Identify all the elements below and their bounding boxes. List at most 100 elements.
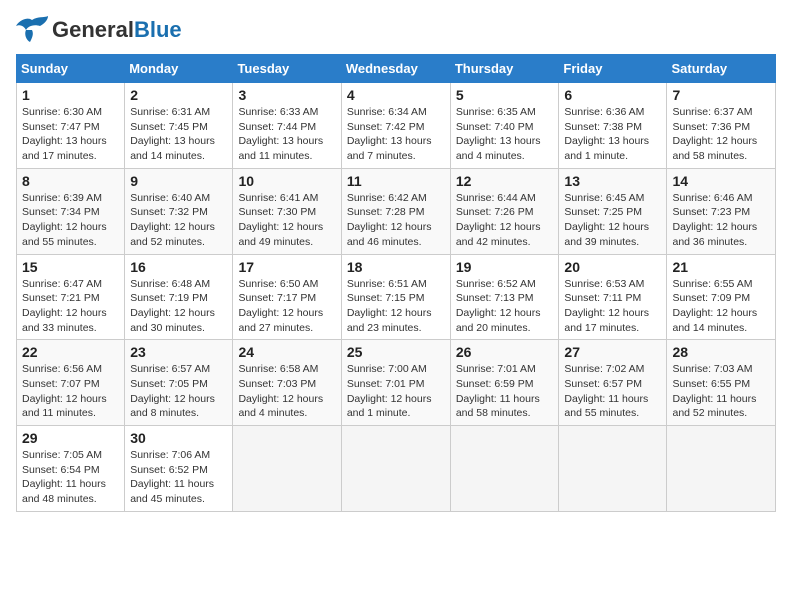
day-number: 17: [238, 259, 335, 275]
day-info: Sunrise: 6:40 AMSunset: 7:32 PMDaylight:…: [130, 191, 227, 250]
logo-general-text: General: [52, 17, 134, 42]
calendar-week-row: 8 Sunrise: 6:39 AMSunset: 7:34 PMDaylight…: [17, 168, 776, 254]
day-number: 20: [564, 259, 661, 275]
calendar-cell: 9 Sunrise: 6:40 AMSunset: 7:32 PMDaylight…: [125, 168, 233, 254]
day-number: 21: [672, 259, 770, 275]
day-number: 15: [22, 259, 119, 275]
calendar-cell: 28 Sunrise: 7:03 AMSunset: 6:55 PMDayligh…: [667, 340, 776, 426]
day-info: Sunrise: 6:53 AMSunset: 7:11 PMDaylight:…: [564, 277, 661, 336]
day-info: Sunrise: 6:47 AMSunset: 7:21 PMDaylight:…: [22, 277, 119, 336]
calendar-cell: 5Sunrise: 6:35 AMSunset: 7:40 PMDaylight…: [450, 83, 559, 169]
logo: GeneralBlue: [16, 16, 182, 44]
calendar-cell: 4 Sunrise: 6:34 AMSunset: 7:42 PMDaylight…: [341, 83, 450, 169]
weekday-header: Monday: [125, 55, 233, 83]
day-number: 24: [238, 344, 335, 360]
day-number: 9: [130, 173, 227, 189]
day-info: Sunrise: 6:39 AMSunset: 7:34 PMDaylight:…: [22, 191, 119, 250]
weekday-header: Tuesday: [233, 55, 341, 83]
day-info: Sunrise: 6:33 AMSunset: 7:44 PMDaylight:…: [238, 105, 335, 164]
day-number: 3: [238, 87, 335, 103]
calendar-cell: 14 Sunrise: 6:46 AMSunset: 7:23 PMDayligh…: [667, 168, 776, 254]
calendar-cell: 29 Sunrise: 7:05 AMSunset: 6:54 PMDayligh…: [17, 426, 125, 512]
day-number: 5: [456, 87, 554, 103]
day-info: Sunrise: 6:45 AMSunset: 7:25 PMDaylight:…: [564, 191, 661, 250]
logo-blue-text: Blue: [134, 17, 182, 42]
calendar-cell: 26Sunrise: 7:01 AMSunset: 6:59 PMDayligh…: [450, 340, 559, 426]
day-number: 13: [564, 173, 661, 189]
day-number: 7: [672, 87, 770, 103]
day-info: Sunrise: 7:00 AMSunset: 7:01 PMDaylight:…: [347, 362, 445, 421]
header: GeneralBlue: [16, 16, 776, 44]
calendar-cell: 6 Sunrise: 6:36 AMSunset: 7:38 PMDaylight…: [559, 83, 667, 169]
day-info: Sunrise: 6:48 AMSunset: 7:19 PMDaylight:…: [130, 277, 227, 336]
calendar-week-row: 1 Sunrise: 6:30 AMSunset: 7:47 PMDaylight…: [17, 83, 776, 169]
calendar-cell: 17 Sunrise: 6:50 AMSunset: 7:17 PMDayligh…: [233, 254, 341, 340]
calendar-cell: 15 Sunrise: 6:47 AMSunset: 7:21 PMDayligh…: [17, 254, 125, 340]
day-info: Sunrise: 6:46 AMSunset: 7:23 PMDaylight:…: [672, 191, 770, 250]
day-info: Sunrise: 6:36 AMSunset: 7:38 PMDaylight:…: [564, 105, 661, 164]
calendar-week-row: 15 Sunrise: 6:47 AMSunset: 7:21 PMDayligh…: [17, 254, 776, 340]
day-number: 29: [22, 430, 119, 446]
calendar-cell: 13 Sunrise: 6:45 AMSunset: 7:25 PMDayligh…: [559, 168, 667, 254]
weekday-header: Saturday: [667, 55, 776, 83]
day-number: 6: [564, 87, 661, 103]
day-info: Sunrise: 6:30 AMSunset: 7:47 PMDaylight:…: [22, 105, 119, 164]
day-info: Sunrise: 6:57 AMSunset: 7:05 PMDaylight:…: [130, 362, 227, 421]
day-info: Sunrise: 7:06 AMSunset: 6:52 PMDaylight:…: [130, 448, 227, 507]
day-number: 27: [564, 344, 661, 360]
weekday-header: Thursday: [450, 55, 559, 83]
day-info: Sunrise: 6:31 AMSunset: 7:45 PMDaylight:…: [130, 105, 227, 164]
day-info: Sunrise: 6:41 AMSunset: 7:30 PMDaylight:…: [238, 191, 335, 250]
day-number: 10: [238, 173, 335, 189]
day-info: Sunrise: 6:51 AMSunset: 7:15 PMDaylight:…: [347, 277, 445, 336]
calendar-cell: 25 Sunrise: 7:00 AMSunset: 7:01 PMDayligh…: [341, 340, 450, 426]
day-number: 16: [130, 259, 227, 275]
day-number: 28: [672, 344, 770, 360]
calendar-cell: 18 Sunrise: 6:51 AMSunset: 7:15 PMDayligh…: [341, 254, 450, 340]
day-number: 30: [130, 430, 227, 446]
calendar-header-row: SundayMondayTuesdayWednesdayThursdayFrid…: [17, 55, 776, 83]
day-number: 4: [347, 87, 445, 103]
day-info: Sunrise: 6:42 AMSunset: 7:28 PMDaylight:…: [347, 191, 445, 250]
calendar-cell: [233, 426, 341, 512]
calendar-cell: [450, 426, 559, 512]
day-info: Sunrise: 6:37 AMSunset: 7:36 PMDaylight:…: [672, 105, 770, 164]
day-number: 14: [672, 173, 770, 189]
day-number: 19: [456, 259, 554, 275]
day-number: 23: [130, 344, 227, 360]
calendar-cell: 7 Sunrise: 6:37 AMSunset: 7:36 PMDaylight…: [667, 83, 776, 169]
day-info: Sunrise: 6:55 AMSunset: 7:09 PMDaylight:…: [672, 277, 770, 336]
calendar-cell: 30 Sunrise: 7:06 AMSunset: 6:52 PMDayligh…: [125, 426, 233, 512]
day-number: 12: [456, 173, 554, 189]
day-info: Sunrise: 6:52 AMSunset: 7:13 PMDaylight:…: [456, 277, 554, 336]
day-number: 26: [456, 344, 554, 360]
calendar-cell: 22Sunrise: 6:56 AMSunset: 7:07 PMDayligh…: [17, 340, 125, 426]
calendar-cell: 21 Sunrise: 6:55 AMSunset: 7:09 PMDayligh…: [667, 254, 776, 340]
calendar-cell: 3 Sunrise: 6:33 AMSunset: 7:44 PMDaylight…: [233, 83, 341, 169]
calendar-cell: 2 Sunrise: 6:31 AMSunset: 7:45 PMDaylight…: [125, 83, 233, 169]
day-number: 8: [22, 173, 119, 189]
day-number: 25: [347, 344, 445, 360]
calendar-cell: [341, 426, 450, 512]
weekday-header: Wednesday: [341, 55, 450, 83]
calendar-cell: [667, 426, 776, 512]
calendar-cell: 16 Sunrise: 6:48 AMSunset: 7:19 PMDayligh…: [125, 254, 233, 340]
day-number: 1: [22, 87, 119, 103]
calendar-cell: 1 Sunrise: 6:30 AMSunset: 7:47 PMDaylight…: [17, 83, 125, 169]
calendar-cell: 12 Sunrise: 6:44 AMSunset: 7:26 PMDayligh…: [450, 168, 559, 254]
day-info: Sunrise: 6:58 AMSunset: 7:03 PMDaylight:…: [238, 362, 335, 421]
day-info: Sunrise: 7:02 AMSunset: 6:57 PMDaylight:…: [564, 362, 661, 421]
day-info: Sunrise: 6:34 AMSunset: 7:42 PMDaylight:…: [347, 105, 445, 164]
calendar-cell: 27 Sunrise: 7:02 AMSunset: 6:57 PMDayligh…: [559, 340, 667, 426]
calendar-cell: 23 Sunrise: 6:57 AMSunset: 7:05 PMDayligh…: [125, 340, 233, 426]
day-number: 2: [130, 87, 227, 103]
day-info: Sunrise: 6:50 AMSunset: 7:17 PMDaylight:…: [238, 277, 335, 336]
day-info: Sunrise: 6:44 AMSunset: 7:26 PMDaylight:…: [456, 191, 554, 250]
day-info: Sunrise: 7:03 AMSunset: 6:55 PMDaylight:…: [672, 362, 770, 421]
day-number: 18: [347, 259, 445, 275]
calendar: SundayMondayTuesdayWednesdayThursdayFrid…: [16, 54, 776, 512]
day-info: Sunrise: 7:05 AMSunset: 6:54 PMDaylight:…: [22, 448, 119, 507]
calendar-cell: 8 Sunrise: 6:39 AMSunset: 7:34 PMDaylight…: [17, 168, 125, 254]
day-info: Sunrise: 6:56 AMSunset: 7:07 PMDaylight:…: [22, 362, 119, 421]
calendar-week-row: 29 Sunrise: 7:05 AMSunset: 6:54 PMDayligh…: [17, 426, 776, 512]
